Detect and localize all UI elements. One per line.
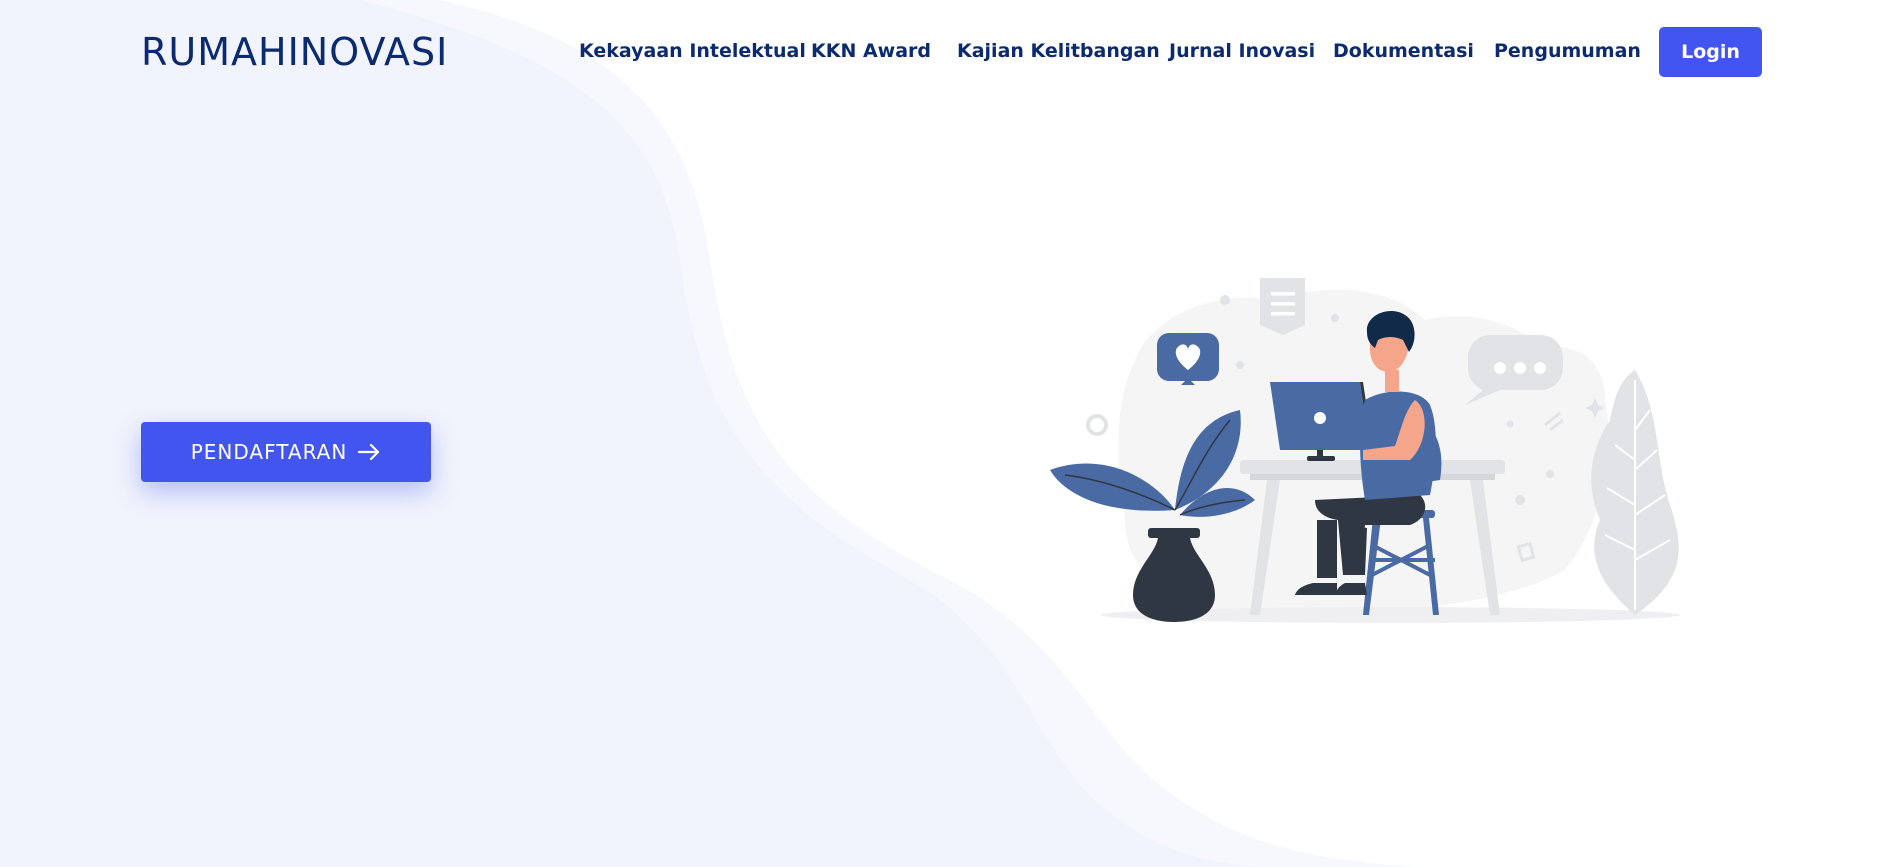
nav-link-kajian-kelitbangan[interactable]: Kajian Kelitbangan — [957, 38, 1160, 64]
arrow-right-icon — [358, 443, 380, 461]
nav-link-kkn-award[interactable]: KKN Award — [811, 38, 931, 64]
nav-link-jurnal-inovasi[interactable]: Jurnal Inovasi — [1169, 38, 1315, 64]
top-navbar: RUMAHINOVASI Kekayaan Intelektual KKN Aw… — [0, 0, 1898, 103]
nav-link-dokumentasi[interactable]: Dokumentasi — [1333, 38, 1474, 64]
nav-link-kekayaan-intelektual[interactable]: Kekayaan Intelektual — [579, 38, 806, 64]
heart-bubble-icon — [1157, 333, 1219, 385]
pendaftaran-label: PENDAFTARAN — [190, 440, 348, 464]
pendaftaran-button[interactable]: PENDAFTARAN — [141, 422, 431, 482]
nav-link-pengumuman[interactable]: Pengumuman — [1494, 38, 1641, 64]
person-working-at-laptop-illustration — [1050, 278, 1680, 623]
landing-page: RUMAHINOVASI Kekayaan Intelektual KKN Aw… — [0, 0, 1898, 867]
laptop — [1270, 382, 1373, 461]
document-bubble-icon — [1260, 278, 1305, 335]
nav-links: Kekayaan Intelektual KKN Award Kajian Ke… — [0, 0, 1898, 103]
login-button[interactable]: Login — [1659, 27, 1762, 77]
